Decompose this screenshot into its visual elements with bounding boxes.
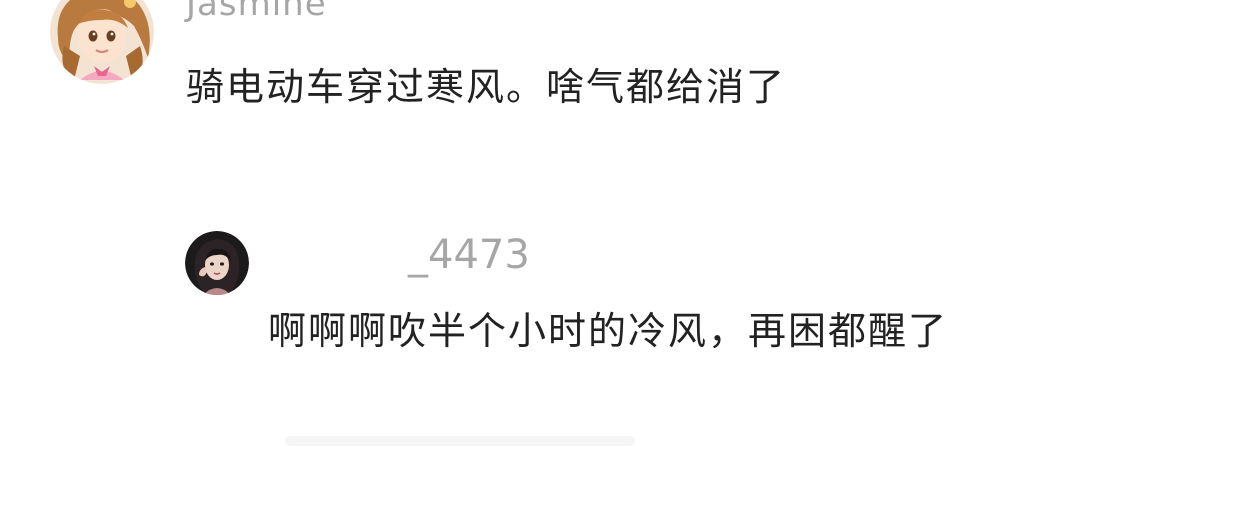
portrait-avatar-icon (185, 231, 249, 295)
anime-girl-avatar-icon (50, 0, 154, 84)
placeholder-divider (285, 436, 635, 446)
comment-thread: { "comments": [ { "username": "Jasmine",… (0, 0, 1236, 521)
comment-item: Jasmine 骑电动车穿过寒风。啥气都给消了 (0, 0, 1236, 130)
reply-item: _4473 啊啊啊吹半个小时的冷风，再困都醒了 (0, 220, 1236, 380)
reply-text: 啊啊啊吹半个小时的冷风，再困都醒了 (268, 309, 949, 353)
user-avatar[interactable] (185, 231, 249, 295)
comment-text: 骑电动车穿过寒风。啥气都给消了 (186, 65, 787, 109)
reply-username[interactable]: _4473 (408, 232, 530, 278)
comment-username[interactable]: Jasmine (186, 0, 327, 24)
user-avatar[interactable] (50, 0, 154, 84)
